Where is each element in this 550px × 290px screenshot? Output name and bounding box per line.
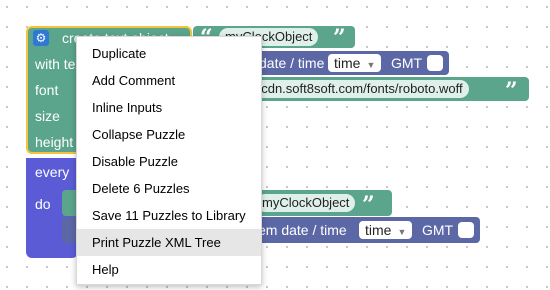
time-dropdown[interactable]: time ▼ — [328, 54, 382, 72]
chevron-down-icon: ▼ — [397, 227, 407, 237]
inner-time-dropdown-value: time — [365, 222, 392, 238]
menu-item-collapse-puzzle[interactable]: Collapse Puzzle — [77, 121, 261, 148]
menu-item-help[interactable]: Help — [77, 256, 261, 283]
close-quote-icon: ” — [505, 78, 518, 104]
menu-item-duplicate[interactable]: Duplicate — [77, 40, 261, 67]
context-menu: Duplicate Add Comment Inline Inputs Coll… — [76, 36, 262, 285]
font-url-field[interactable]: //cdn.soft8soft.com/fonts/roboto.woff — [248, 80, 469, 98]
do-label: do — [35, 196, 51, 212]
menu-item-inline-inputs[interactable]: Inline Inputs — [77, 94, 261, 121]
inner-time-dropdown[interactable]: time ▼ — [359, 221, 413, 239]
gear-icon[interactable]: ⚙ — [33, 30, 49, 46]
menu-item-print-xml-tree[interactable]: Print Puzzle XML Tree — [77, 229, 261, 256]
menu-item-delete-puzzles[interactable]: Delete 6 Puzzles — [77, 175, 261, 202]
gmt-label: GMT — [391, 55, 423, 71]
menu-item-disable-puzzle[interactable]: Disable Puzzle — [77, 148, 261, 175]
row-label-font: font — [35, 82, 59, 98]
chevron-down-icon: ▼ — [366, 60, 376, 70]
close-quote-icon: ” — [362, 192, 375, 218]
menu-item-add-comment[interactable]: Add Comment — [77, 67, 261, 94]
time-dropdown-value: time — [334, 55, 361, 71]
row-label-size: size — [35, 108, 60, 124]
inner-system-date-label: em date / time — [258, 222, 347, 238]
every-label: every — [35, 164, 70, 180]
gmt-checkbox[interactable] — [427, 55, 443, 71]
date-time-label: date / time — [259, 55, 325, 71]
inner-gmt-checkbox[interactable] — [458, 222, 474, 238]
menu-item-save-to-library[interactable]: Save 11 Puzzles to Library — [77, 202, 261, 229]
close-quote-icon: ” — [333, 25, 346, 51]
row-label-height: height — [35, 134, 74, 150]
inner-gmt-label: GMT — [422, 222, 454, 238]
inner-object-name-field[interactable]: myClockObject — [256, 194, 356, 212]
